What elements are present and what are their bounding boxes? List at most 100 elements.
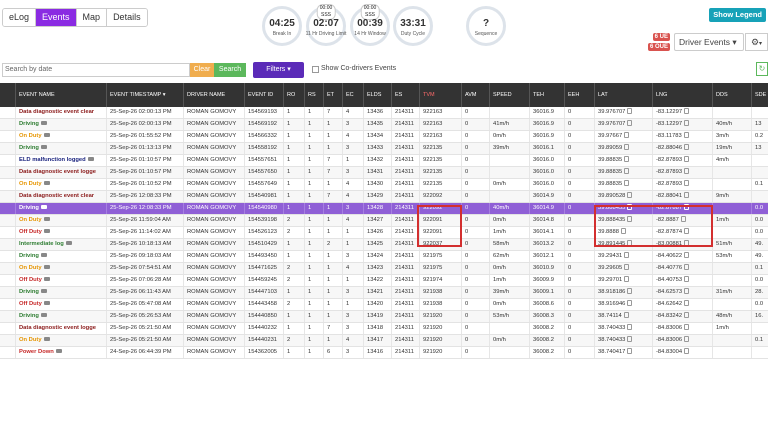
row-selector[interactable] xyxy=(0,107,16,118)
copy-icon[interactable] xyxy=(684,144,690,151)
col-lat[interactable]: 39.976707 xyxy=(595,119,653,130)
clear-button[interactable]: Clear xyxy=(190,63,214,77)
row-selector[interactable] xyxy=(0,239,16,250)
col-lat[interactable]: 39.29431 xyxy=(595,251,653,262)
copy-icon[interactable] xyxy=(684,252,690,259)
header-dds[interactable]: DDS xyxy=(713,83,752,107)
copy-icon[interactable] xyxy=(684,348,690,355)
header-timestamp[interactable]: EVENT TIMESTAMP ▾ xyxy=(107,83,184,107)
header-et[interactable]: ET xyxy=(324,83,343,107)
table-row[interactable]: On Duty 25-Sep-26 01:10:52 PM ROMAN GOMOVY… xyxy=(0,179,768,191)
header-teh[interactable]: TEH xyxy=(530,83,565,107)
col-lat[interactable]: 38.740433 xyxy=(595,323,653,334)
driver-events-select[interactable]: Driver Events ▾ xyxy=(674,33,744,51)
header-tvm[interactable]: TVM xyxy=(420,83,462,107)
camera-icon[interactable] xyxy=(40,253,47,258)
refresh-icon[interactable]: ↻ xyxy=(756,62,768,76)
table-row[interactable]: Driving 25-Sep-26 09:18:03 AM ROMAN GOMOVY… xyxy=(0,251,768,263)
copy-icon[interactable] xyxy=(624,132,630,139)
table-row[interactable]: Power Down 24-Sep-26 06:44:39 PM ROMAN GOM… xyxy=(0,347,768,359)
table-row[interactable]: Data diagnostic event logge 25-Sep-26 01:… xyxy=(0,167,768,179)
copy-icon[interactable] xyxy=(684,288,690,295)
copy-icon[interactable] xyxy=(684,120,690,127)
col-lng[interactable]: -82.87893 xyxy=(653,167,713,178)
col-lat[interactable]: 39.89059 xyxy=(595,143,653,154)
oue-badge[interactable]: 6 OUE xyxy=(647,43,670,51)
filters-button[interactable]: Filters ▾ xyxy=(253,62,304,78)
tab-map[interactable]: Map xyxy=(76,9,108,26)
copy-icon[interactable] xyxy=(684,336,690,343)
col-lat[interactable]: 39.88835 xyxy=(595,155,653,166)
col-lng[interactable]: -84.83006 xyxy=(653,335,713,346)
ue-badge[interactable]: 6 UE xyxy=(652,33,670,41)
table-row[interactable]: Driving 25-Sep-26 06:11:43 AM ROMAN GOMOVY… xyxy=(0,287,768,299)
header-eeh[interactable]: EEH xyxy=(565,83,595,107)
copy-icon[interactable] xyxy=(623,312,629,319)
col-lat[interactable]: 39.29605 xyxy=(595,263,653,274)
copy-icon[interactable] xyxy=(627,324,633,331)
header-sde[interactable]: SDE xyxy=(752,83,768,107)
col-lng[interactable]: -84.83242 xyxy=(653,311,713,322)
col-lat[interactable]: 39.890528 xyxy=(595,191,653,202)
row-selector[interactable] xyxy=(0,131,16,142)
col-lng[interactable]: -84.40622 xyxy=(653,251,713,262)
copy-icon[interactable] xyxy=(684,312,690,319)
camera-icon[interactable] xyxy=(43,229,50,234)
row-selector[interactable] xyxy=(0,347,16,358)
header-avm[interactable]: AVM xyxy=(462,83,490,107)
copy-icon[interactable] xyxy=(684,108,690,115)
camera-icon[interactable] xyxy=(43,337,50,342)
row-selector[interactable] xyxy=(0,227,16,238)
col-lng[interactable]: -84.62573 xyxy=(653,287,713,298)
copy-icon[interactable] xyxy=(684,324,690,331)
camera-icon[interactable] xyxy=(43,301,50,306)
col-lat[interactable]: 38.918186 xyxy=(595,287,653,298)
copy-icon[interactable] xyxy=(627,120,633,127)
row-selector[interactable] xyxy=(0,263,16,274)
col-lat[interactable]: 38.740417 xyxy=(595,347,653,358)
col-lng[interactable]: -82.87893 xyxy=(653,179,713,190)
copy-icon[interactable] xyxy=(627,288,633,295)
col-lat[interactable]: 39.88835 xyxy=(595,167,653,178)
header-driver-name[interactable]: DRIVER NAME xyxy=(184,83,245,107)
row-selector[interactable] xyxy=(0,143,16,154)
table-row[interactable]: ELD malfunction logged 25-Sep-26 01:10:57… xyxy=(0,155,768,167)
table-row[interactable]: Data diagnostic event clear 25-Sep-26 12:… xyxy=(0,191,768,203)
col-lat[interactable]: 39.29701 xyxy=(595,275,653,286)
copy-icon[interactable] xyxy=(684,300,690,307)
camera-icon[interactable] xyxy=(65,241,72,246)
row-selector[interactable] xyxy=(0,299,16,310)
search-button[interactable]: Search xyxy=(214,63,246,77)
header-event-id[interactable]: EVENT ID xyxy=(245,83,284,107)
settings-menu-button[interactable]: ⚙▾ xyxy=(745,33,768,51)
col-lng[interactable]: -84.62642 xyxy=(653,299,713,310)
table-row[interactable]: Driving 25-Sep-26 01:13:13 PM ROMAN GOMOVY… xyxy=(0,143,768,155)
row-selector[interactable] xyxy=(0,215,16,226)
table-row[interactable]: Off Duty 25-Sep-26 05:47:08 AM ROMAN GOMOV… xyxy=(0,299,768,311)
table-row[interactable]: On Duty 25-Sep-26 01:55:52 PM ROMAN GOMOVY… xyxy=(0,131,768,143)
header-elds[interactable]: ELDS xyxy=(364,83,392,107)
copy-icon[interactable] xyxy=(627,192,633,199)
col-lng[interactable]: -82.88046 xyxy=(653,143,713,154)
header-lat[interactable]: LAT xyxy=(595,83,653,107)
copy-icon[interactable] xyxy=(684,156,690,163)
camera-icon[interactable] xyxy=(43,265,50,270)
camera-icon[interactable] xyxy=(40,121,47,126)
copy-icon[interactable] xyxy=(624,156,630,163)
col-lng[interactable]: -84.83004 xyxy=(653,347,713,358)
camera-icon[interactable] xyxy=(40,313,47,318)
col-lat[interactable]: 38.916946 xyxy=(595,299,653,310)
copy-icon[interactable] xyxy=(627,300,633,307)
copy-icon[interactable] xyxy=(624,168,630,175)
header-event-name[interactable]: EVENT NAME xyxy=(16,83,107,107)
copy-icon[interactable] xyxy=(627,108,633,115)
copy-icon[interactable] xyxy=(624,276,630,283)
row-selector[interactable] xyxy=(0,155,16,166)
tab-details[interactable]: Details xyxy=(107,9,147,26)
row-selector[interactable] xyxy=(0,203,16,214)
camera-icon[interactable] xyxy=(43,217,50,222)
camera-icon[interactable] xyxy=(87,157,94,162)
copy-icon[interactable] xyxy=(627,348,633,355)
camera-icon[interactable] xyxy=(55,349,62,354)
copy-icon[interactable] xyxy=(624,180,630,187)
